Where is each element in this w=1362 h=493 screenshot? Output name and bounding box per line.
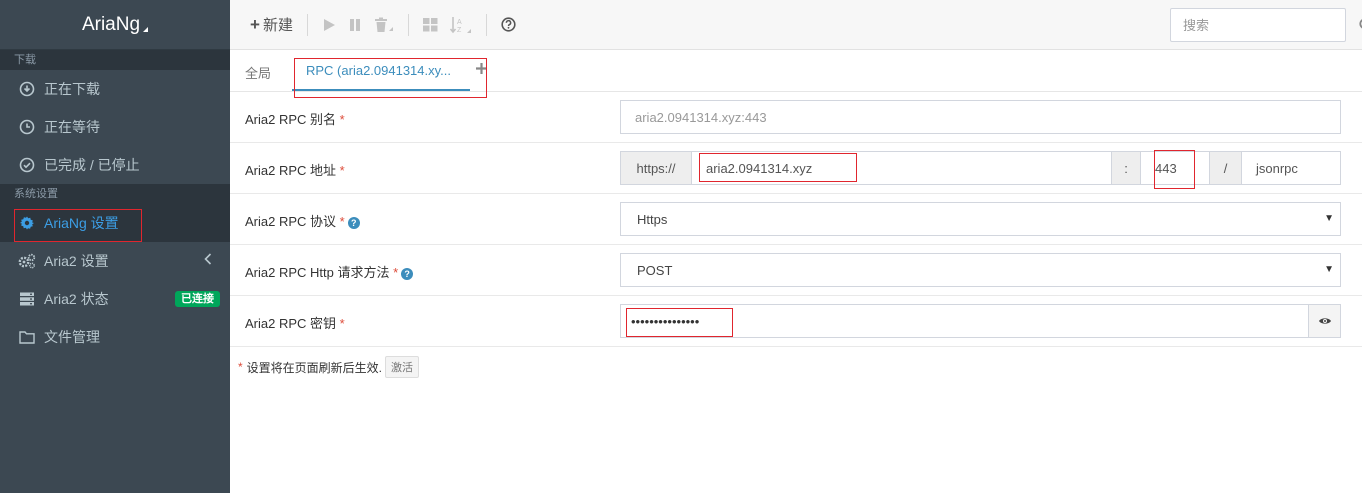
check-circle-icon <box>18 156 36 174</box>
port-separator: : <box>1112 151 1141 185</box>
rpc-method-select[interactable]: POST ▼ <box>620 253 1341 287</box>
folder-icon <box>18 328 36 346</box>
rpc-path-input[interactable]: jsonrpc <box>1242 151 1341 185</box>
brand[interactable]: AriaNg <box>0 0 230 50</box>
settings-note: * 设置将在页面刷新后生效. 激活 <box>238 356 420 378</box>
section-header-settings: 系统设置 <box>0 184 230 204</box>
sidebar-item-stopped[interactable]: 已完成 / 已停止 <box>0 146 230 184</box>
settings-tabs: 全局 RPC (aria2.0941314.xy... <box>230 51 1362 92</box>
svg-text:Z: Z <box>457 27 462 34</box>
path-separator: / <box>1210 151 1242 185</box>
rpc-port-input[interactable]: 443 <box>1141 151 1210 185</box>
play-icon <box>323 18 335 31</box>
sidebar-item-label: 已完成 / 已停止 <box>44 157 140 173</box>
status-badge: 已连接 <box>175 291 220 307</box>
help-icon[interactable]: ? <box>401 267 414 280</box>
plus-icon: + <box>250 14 260 34</box>
clock-icon <box>18 118 36 136</box>
reload-button[interactable]: 激活 <box>385 356 420 378</box>
field-label: Aria2 RPC 密钥 * <box>245 316 345 331</box>
sidebar-item-file-manager[interactable]: 文件管理 <box>0 318 230 356</box>
sidebar-item-aria2-settings[interactable]: Aria2 设置 <box>0 242 230 280</box>
sidebar-item-label: 正在下载 <box>44 81 100 97</box>
new-task-label: 新建 <box>262 17 293 34</box>
caret-icon <box>143 27 149 32</box>
show-password-button[interactable] <box>1308 305 1340 337</box>
sidebar-item-label: AriaNg 设置 <box>44 215 119 231</box>
sidebar-item-waiting[interactable]: 正在等待 <box>0 108 230 146</box>
rpc-scheme-addon: https:// <box>620 151 692 185</box>
add-rpc-tab-button[interactable] <box>476 59 487 79</box>
select-value: POST <box>637 262 673 278</box>
sidebar-item-ariang-settings[interactable]: AriaNg 设置 <box>0 204 230 242</box>
sidebar-item-label: Aria2 状态 <box>44 291 109 307</box>
field-label: Aria2 RPC 别名 * <box>245 112 345 127</box>
server-icon <box>18 290 36 308</box>
rpc-address-group: https:// aria2.0941314.xyz : 443 / jsonr… <box>620 151 1341 185</box>
trash-icon <box>374 17 393 32</box>
form-row-secret: Aria2 RPC 密钥 * ••••••••••••••• <box>230 296 1362 347</box>
select-value: Https <box>637 211 668 227</box>
sidebar-item-downloading[interactable]: 正在下载 <box>0 70 230 108</box>
sidebar-item-label: Aria2 设置 <box>44 253 109 269</box>
toolbar-divider <box>306 13 308 36</box>
form-row-method: Aria2 RPC Http 请求方法 *? POST ▼ <box>230 245 1362 296</box>
note-text: 设置将在页面刷新后生效. <box>246 360 383 375</box>
app-window: AriaNg 下载 正在下载 正在等待 已完成 / 已停止 系统设置 AriaN… <box>0 0 1362 493</box>
sidebar-item-aria2-status[interactable]: Aria2 状态 已连接 <box>0 280 230 318</box>
dropdown-arrow-icon: ▼ <box>1324 213 1334 224</box>
toolbar: + 新建 AZ <box>230 0 1362 50</box>
rpc-alias-input[interactable]: aria2.0941314.xyz:443 <box>620 100 1341 134</box>
toolbar-divider <box>407 13 409 36</box>
rpc-host-input[interactable]: aria2.0941314.xyz <box>692 151 1112 185</box>
field-label: Aria2 RPC Http 请求方法 *? <box>245 262 414 281</box>
help-button[interactable] <box>495 10 522 40</box>
rpc-settings-form: Aria2 RPC 别名 * aria2.0941314.xyz:443 Ari… <box>230 92 1362 347</box>
sidebar-item-label: 文件管理 <box>44 329 100 345</box>
plus-icon <box>476 63 487 74</box>
section-header-download: 下载 <box>0 50 230 70</box>
sort-button[interactable]: AZ <box>444 10 478 40</box>
dropdown-arrow-icon: ▼ <box>1324 264 1334 275</box>
sidebar-item-label: 正在等待 <box>44 119 100 135</box>
required-mark: * <box>238 360 243 374</box>
toolbar-divider <box>485 13 487 36</box>
sidebar: AriaNg 下载 正在下载 正在等待 已完成 / 已停止 系统设置 AriaN… <box>0 0 230 493</box>
help-icon[interactable]: ? <box>347 216 360 229</box>
password-value: ••••••••••••••• <box>631 313 700 329</box>
eye-icon <box>1318 318 1331 324</box>
search-input[interactable] <box>1171 9 1359 41</box>
start-button[interactable] <box>316 10 342 40</box>
field-label: Aria2 RPC 协议 *? <box>245 211 360 230</box>
tab-global[interactable]: 全局 <box>245 63 271 82</box>
question-circle-icon <box>501 17 516 32</box>
gears-icon <box>18 252 36 270</box>
delete-button[interactable] <box>368 10 400 40</box>
active-tab-indicator <box>292 89 470 91</box>
form-row-protocol: Aria2 RPC 协议 *? Https ▼ <box>230 194 1362 245</box>
pause-button[interactable] <box>342 10 368 40</box>
brand-title: AriaNg <box>81 13 141 35</box>
new-task-button[interactable]: + 新建 <box>244 10 299 40</box>
rpc-protocol-select[interactable]: Https ▼ <box>620 202 1341 236</box>
grid-icon <box>422 17 438 31</box>
select-all-button[interactable] <box>417 10 444 40</box>
form-row-address: Aria2 RPC 地址 * https:// aria2.0941314.xy… <box>230 143 1362 194</box>
svg-text:A: A <box>457 19 462 26</box>
rpc-secret-input[interactable]: ••••••••••••••• <box>620 304 1341 338</box>
field-label: Aria2 RPC 地址 * <box>245 163 345 178</box>
search-box <box>1170 8 1362 42</box>
gear-icon <box>18 214 36 232</box>
form-row-alias: Aria2 RPC 别名 * aria2.0941314.xyz:443 <box>230 92 1362 143</box>
tab-rpc[interactable]: RPC (aria2.0941314.xy... <box>306 63 451 78</box>
pause-icon <box>349 18 360 31</box>
sort-alpha-icon: AZ <box>449 16 471 34</box>
chevron-left-icon <box>204 252 212 268</box>
download-icon <box>18 80 36 98</box>
